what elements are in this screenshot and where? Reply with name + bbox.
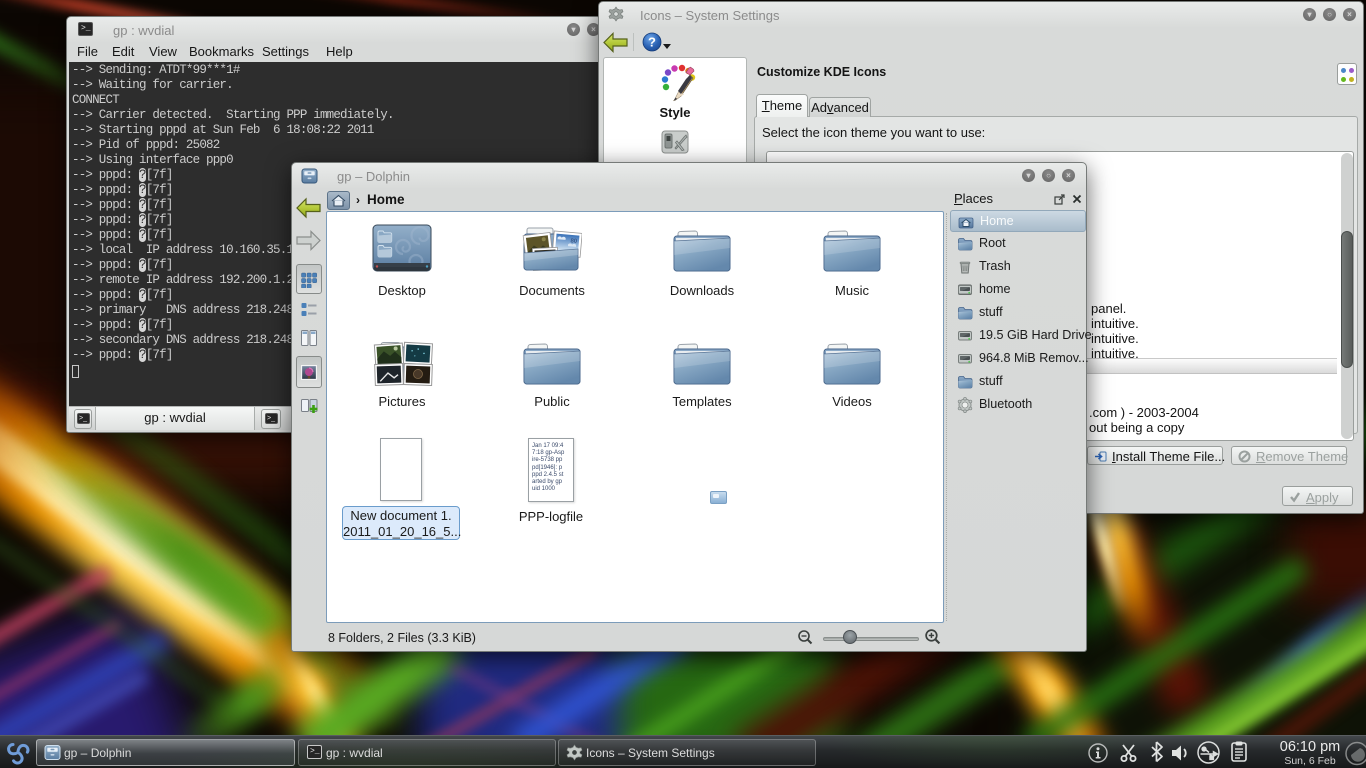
svg-text:?: ? — [648, 35, 656, 50]
svg-text:80: 80 — [570, 238, 578, 245]
